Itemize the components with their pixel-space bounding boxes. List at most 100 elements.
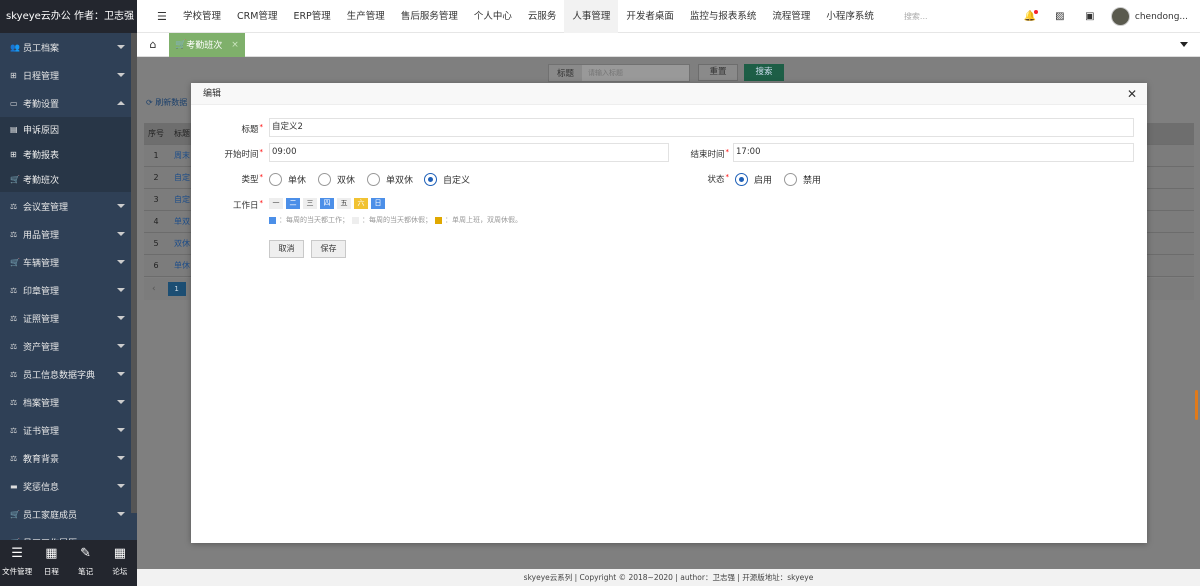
status-label-text: 状态 <box>707 175 725 185</box>
top-nav-item[interactable]: 学校管理 <box>175 0 229 33</box>
start-time-input[interactable]: 09:00 <box>269 143 669 162</box>
cancel-button[interactable]: 取消 <box>269 240 304 258</box>
username[interactable]: chendong... <box>1135 12 1188 22</box>
sidebar-item[interactable]: 🛒 员工家庭成员 <box>0 500 137 528</box>
footer-button-label: 日程 <box>43 567 59 576</box>
title-input[interactable]: 自定义2 <box>269 118 1134 137</box>
page-scrollbar[interactable] <box>1195 390 1198 420</box>
sidebar-item[interactable]: 🛒 车辆管理 <box>0 248 137 276</box>
search-button[interactable]: 搜索 <box>744 64 784 81</box>
sidebar-subitem-label: 考勤班次 <box>23 176 60 186</box>
sidebar-item-label: 考勤设置 <box>23 99 60 110</box>
workday-toggle[interactable]: 五 <box>337 198 351 209</box>
workday-toggle[interactable]: 四 <box>320 198 334 209</box>
edit-dialog: 编辑 ✕ 标题* 自定义2 开始时间* 09:00 结束时间* 17:00 类型… <box>191 83 1147 543</box>
prev-page-button[interactable]: ‹ <box>152 284 156 294</box>
top-nav-item[interactable]: 小程序系统 <box>818 0 882 33</box>
sidebar-item[interactable]: ⚖ 会议室管理 <box>0 192 137 220</box>
top-nav-item[interactable]: 个人中心 <box>466 0 520 33</box>
sidebar-subitem[interactable]: 🛒 考勤班次 <box>0 167 137 192</box>
sidebar-item-label: 员工档案 <box>23 43 60 54</box>
sidebar-item-label: 印章管理 <box>23 286 60 297</box>
radio-label: 禁用 <box>803 176 822 186</box>
footer-button[interactable]: ▦ 日程 <box>34 540 68 586</box>
top-nav-item[interactable]: 开发者桌面 <box>618 0 682 33</box>
footer-button-label: 论坛 <box>112 567 128 576</box>
sidebar-item[interactable]: ▭ 考勤设置 <box>0 89 137 117</box>
sidebar-item[interactable]: 👥 员工档案 <box>0 33 137 61</box>
sidebar-item-label: 会议室管理 <box>23 202 69 213</box>
footer-button[interactable]: ▦ 论坛 <box>103 540 137 586</box>
row-number: 2 <box>153 173 159 182</box>
sidebar-item[interactable]: ⚖ 用品管理 <box>0 220 137 248</box>
sidebar-item-label: 员工家庭成员 <box>23 510 78 521</box>
workday-legend: ：每周的当天都工作； ：每周的当天都休假； ：单周上班，双周休假。 <box>269 215 522 225</box>
bg-search-input[interactable] <box>582 65 689 81</box>
type-radio-option[interactable]: 双休 <box>318 173 355 186</box>
avatar[interactable] <box>1110 7 1130 26</box>
top-nav-item[interactable]: 人事管理 <box>564 0 619 33</box>
sidebar-item[interactable]: ▬ 奖惩信息 <box>0 472 137 500</box>
sidebar-item[interactable]: ⚖ 印章管理 <box>0 276 137 304</box>
menu-toggle-icon[interactable]: ☰ <box>157 10 175 23</box>
doc-icon: ▤ <box>10 125 18 134</box>
footer-button[interactable]: ✎ 笔记 <box>69 540 103 586</box>
tab-attendance-shift[interactable]: 🛒 考勤班次 × <box>169 32 245 57</box>
row-number: 3 <box>153 195 159 204</box>
workday-toggle[interactable]: 二 <box>286 198 300 209</box>
workday-toggle[interactable]: 一 <box>269 198 283 209</box>
workday-toggle[interactable]: 六 <box>354 198 368 209</box>
home-icon[interactable]: ⌂ <box>137 38 169 51</box>
sidebar-item-label: 车辆管理 <box>23 258 60 269</box>
sidebar-subitem[interactable]: ⊞ 考勤报表 <box>0 142 137 167</box>
status-radio-option[interactable]: 禁用 <box>784 173 821 186</box>
top-nav-item[interactable]: CRM管理 <box>229 0 285 33</box>
top-nav-item[interactable]: 售后服务管理 <box>393 0 466 33</box>
type-radio-option[interactable]: 单双休 <box>367 173 413 186</box>
status-radio-option[interactable]: 启用 <box>735 173 772 186</box>
sidebar-item-label: 奖惩信息 <box>23 482 60 493</box>
calendar-icon: ▦ <box>45 546 58 561</box>
chevron-down-icon <box>117 428 125 432</box>
refresh-label: 刷新数据 <box>155 98 188 107</box>
sidebar-subitem[interactable]: ▤ 申诉原因 <box>0 117 137 142</box>
close-icon[interactable]: ✕ <box>1127 83 1137 105</box>
window-icon[interactable]: ▣ <box>1075 11 1105 22</box>
chevron-down-icon <box>117 45 125 49</box>
top-navbar: ☰ 学校管理 CRM管理 ERP管理 生产管理 售后服务管理 个人中心 云服务 人事管理 开发者… <box>137 0 1200 33</box>
top-nav-item[interactable]: 生产管理 <box>339 0 393 33</box>
sidebar-item[interactable]: ⊞ 日程管理 <box>0 61 137 89</box>
bg-search-bar: 标题 <box>548 64 690 82</box>
top-nav-item[interactable]: ERP管理 <box>285 0 338 33</box>
save-button[interactable]: 保存 <box>311 240 346 258</box>
reset-button[interactable]: 重置 <box>698 64 738 81</box>
chevron-down-icon[interactable] <box>1180 42 1188 47</box>
sidebar-item[interactable]: ⚖ 教育背景 <box>0 444 137 472</box>
top-search-input[interactable]: 搜索... <box>904 11 1014 22</box>
sidebar-item[interactable]: ⚖ 证书管理 <box>0 416 137 444</box>
top-nav-item[interactable]: 监控与报表系统 <box>682 0 765 33</box>
sidebar-item[interactable]: ⚖ 员工信息数据字典 <box>0 360 137 388</box>
footer-button-label: 笔记 <box>78 567 94 576</box>
close-icon[interactable]: × <box>231 40 239 50</box>
bell-icon[interactable]: 🔔 <box>1015 10 1045 22</box>
keyboard-icon: ▭ <box>10 98 18 108</box>
refresh-button[interactable]: ⟳ 刷新数据 <box>146 97 187 108</box>
sidebar-subitem-label: 申诉原因 <box>23 126 60 136</box>
balance-icon: ⚖ <box>10 425 18 435</box>
type-radio-option[interactable]: 自定义 <box>424 173 470 186</box>
footer-button[interactable]: ☰ 文件管理 <box>0 540 34 586</box>
end-time-input[interactable]: 17:00 <box>733 143 1134 162</box>
top-nav-item[interactable]: 云服务 <box>520 0 565 33</box>
type-radio-option[interactable]: 单休 <box>269 173 306 186</box>
workday-toggle[interactable]: 日 <box>371 198 385 209</box>
picture-icon[interactable]: ▨ <box>1045 11 1075 22</box>
workday-toggle[interactable]: 三 <box>303 198 317 209</box>
sidebar-item[interactable]: ⚖ 档案管理 <box>0 388 137 416</box>
top-nav-item[interactable]: 流程管理 <box>764 0 818 33</box>
sidebar-item[interactable]: ⚖ 资产管理 <box>0 332 137 360</box>
archive-icon: ▬ <box>10 481 18 491</box>
page-number-button[interactable]: 1 <box>167 282 186 296</box>
sidebar-item[interactable]: ⚖ 证照管理 <box>0 304 137 332</box>
row-number: 5 <box>153 239 159 248</box>
